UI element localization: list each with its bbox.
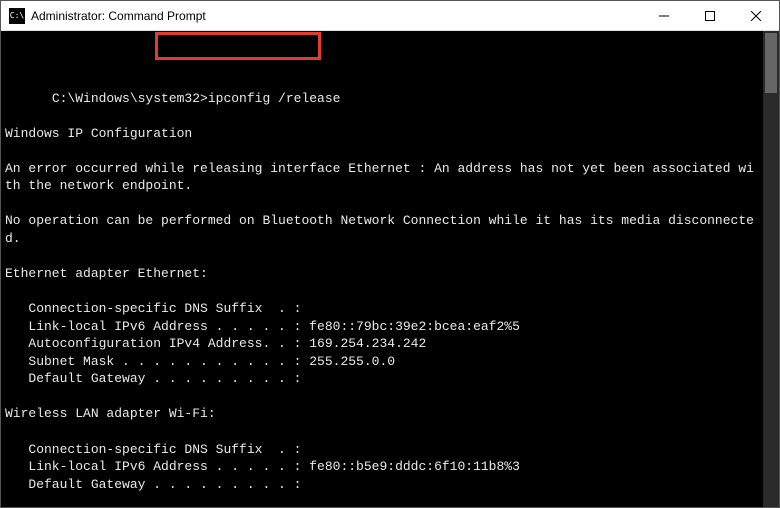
output-line: Default Gateway . . . . . . . . . : bbox=[5, 371, 301, 386]
output-line: Windows IP Configuration bbox=[5, 126, 192, 141]
output-line: Autoconfiguration IPv4 Address. . : 169.… bbox=[5, 336, 426, 351]
close-button[interactable] bbox=[733, 1, 779, 30]
output-line: Connection-specific DNS Suffix . : bbox=[5, 301, 301, 316]
maximize-button[interactable] bbox=[687, 1, 733, 30]
window-titlebar: C:\ Administrator: Command Prompt bbox=[1, 1, 779, 31]
prompt-text: C:\Windows\system32> bbox=[52, 91, 208, 106]
window-controls bbox=[641, 1, 779, 30]
maximize-icon bbox=[705, 11, 715, 21]
scrollbar-thumb[interactable] bbox=[765, 33, 777, 93]
output-line: No operation can be performed on Bluetoo… bbox=[5, 213, 754, 246]
output-line: Subnet Mask . . . . . . . . . . . : 255.… bbox=[5, 354, 395, 369]
output-line: Link-local IPv6 Address . . . . . : fe80… bbox=[5, 459, 520, 474]
terminal-content: C:\Windows\system32>ipconfig /release Wi… bbox=[5, 72, 775, 507]
minimize-button[interactable] bbox=[641, 1, 687, 30]
minimize-icon bbox=[659, 11, 669, 21]
command-prompt-window: C:\ Administrator: Command Prompt C:\Win… bbox=[0, 0, 780, 508]
output-line: Link-local IPv6 Address . . . . . : fe80… bbox=[5, 319, 520, 334]
output-line: Connection-specific DNS Suffix . : bbox=[5, 442, 301, 457]
output-line: Ethernet adapter Ethernet: bbox=[5, 266, 208, 281]
command-text: ipconfig /release bbox=[208, 91, 341, 106]
close-icon bbox=[751, 11, 761, 21]
output-line: Wireless LAN adapter Wi-Fi: bbox=[5, 406, 216, 421]
output-line: Default Gateway . . . . . . . . . : bbox=[5, 477, 301, 492]
terminal-area[interactable]: C:\Windows\system32>ipconfig /release Wi… bbox=[1, 31, 779, 507]
output-line: An error occurred while releasing interf… bbox=[5, 161, 754, 194]
scrollbar[interactable] bbox=[763, 31, 779, 507]
prompt-line: C:\Windows\system32>ipconfig /release bbox=[52, 91, 341, 106]
cmd-icon: C:\ bbox=[9, 8, 25, 24]
window-title: Administrator: Command Prompt bbox=[31, 9, 206, 23]
